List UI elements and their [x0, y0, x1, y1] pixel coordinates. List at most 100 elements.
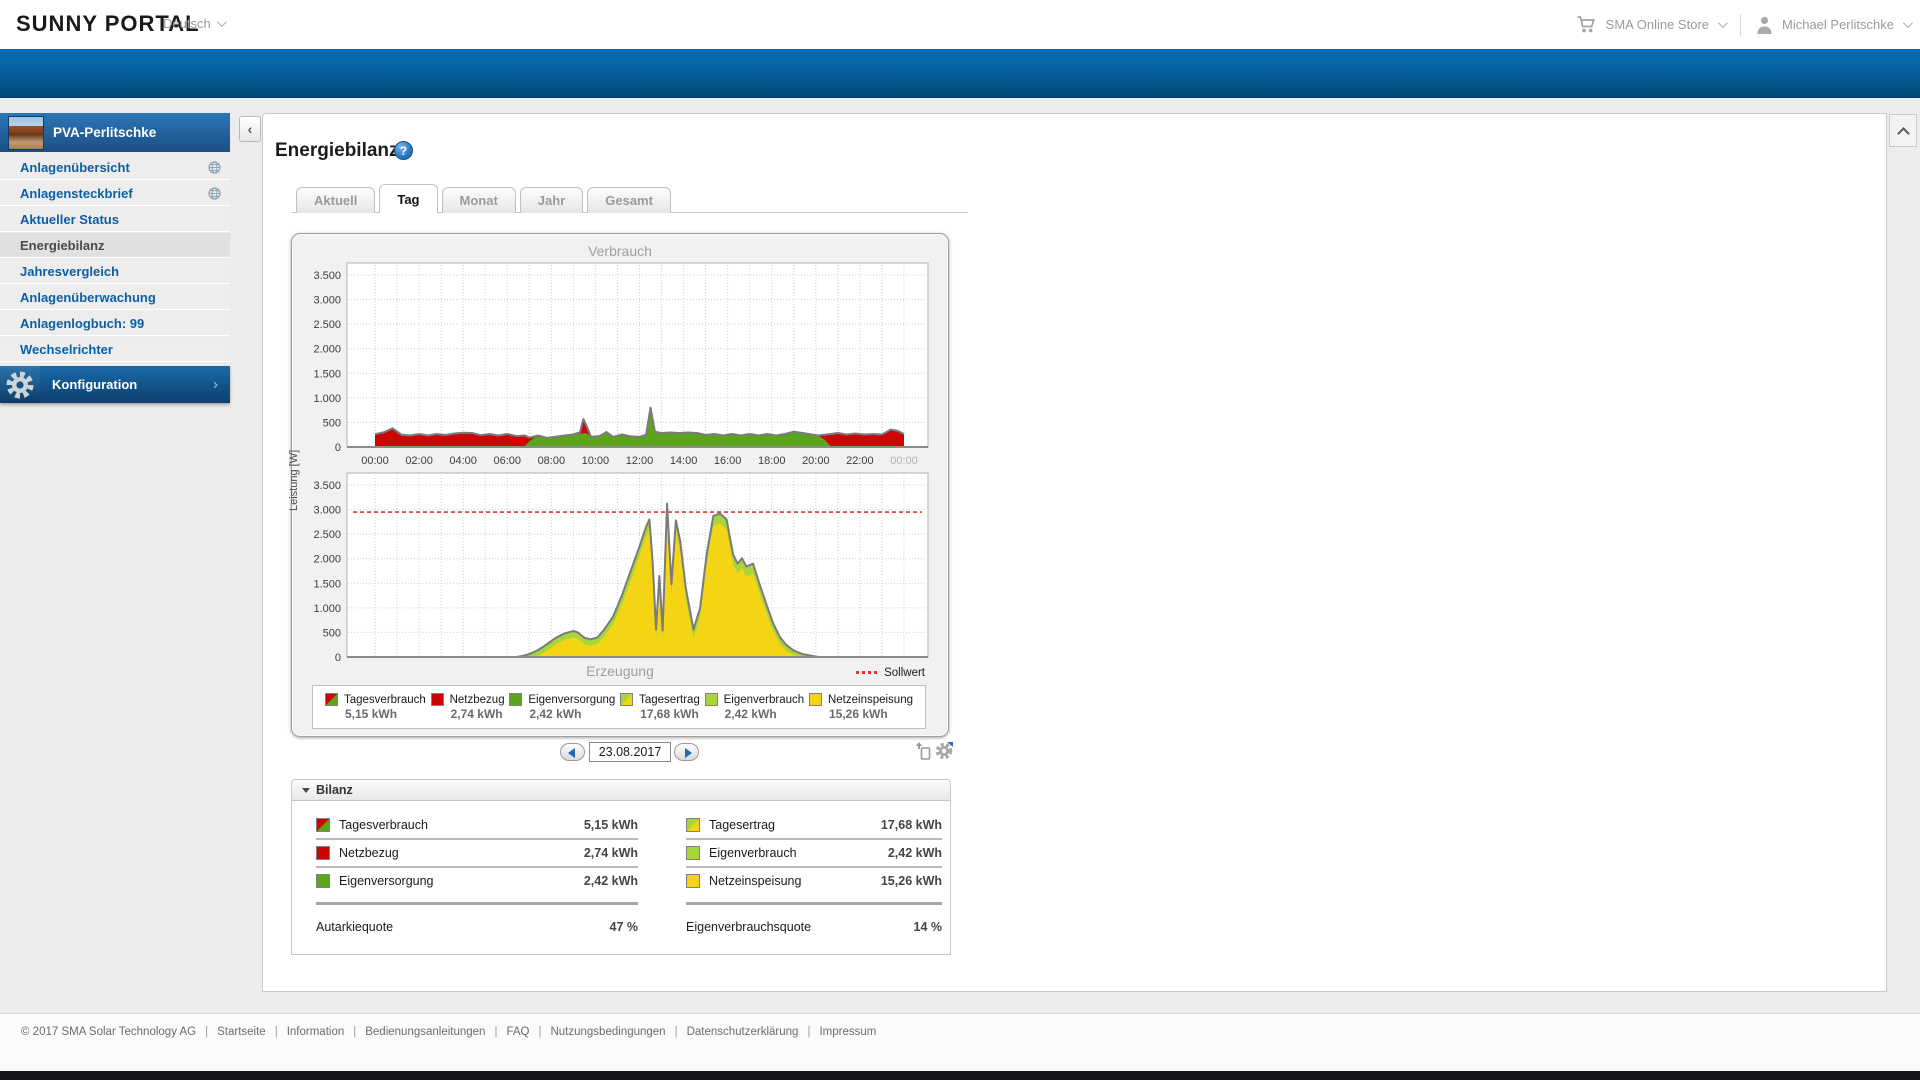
legend-label: Netzbezug	[449, 693, 505, 706]
footer-link-nutzungsbedingungen[interactable]: Nutzungsbedingungen	[550, 1026, 665, 1038]
sidebar-item-label: Jahresvergleich	[20, 263, 120, 279]
bilanz-quote-row: Autarkiequote 47 %	[316, 914, 638, 940]
sidebar-item-7[interactable]: Anlagenlogbuch: 99	[0, 311, 230, 336]
cart-icon	[1577, 16, 1595, 33]
bilanz-row: Eigenverbrauch 2,42 kWh	[686, 840, 942, 866]
footer: © 2017 SMA Solar Technology AG | Startseit…	[0, 1013, 1920, 1071]
bilanz-row-label: Netzeinspeisung	[709, 874, 802, 888]
next-day-button[interactable]	[674, 743, 699, 761]
green-swatch-icon	[509, 693, 523, 706]
red-swatch-icon	[430, 693, 444, 706]
sidebar-item-8[interactable]: Wechselrichter	[0, 337, 230, 362]
tab-jahr[interactable]: Jahr	[519, 187, 584, 213]
plot-area	[346, 262, 929, 448]
store-menu[interactable]: SMA Online Store	[1606, 17, 1709, 32]
sidebar-item-label: Anlagenüberwachung	[20, 289, 156, 305]
bilanz-row: Netzbezug 2,74 kWh	[316, 840, 638, 866]
bilanz-row-value: 15,26 kWh	[880, 874, 942, 888]
quote-divider	[686, 902, 942, 905]
tab-monat[interactable]: Monat	[441, 187, 516, 213]
x-tick-label: 22:00	[846, 455, 874, 467]
sidebar-item-konfiguration[interactable]: Konfiguration ›	[0, 366, 230, 403]
footer-link-startseite[interactable]: Startseite	[217, 1026, 266, 1038]
x-tick-label: 12:00	[626, 455, 654, 467]
y-tick-label: 500	[323, 417, 341, 429]
legend-item: Eigenversorgung 2,42 kWh	[509, 693, 615, 721]
legend-label: Eigenverbrauch	[723, 693, 805, 706]
bilanz-header[interactable]: Bilanz	[291, 779, 951, 801]
sidebar-item-4[interactable]: Energiebilanz	[0, 233, 230, 258]
bilanz-quote-label: Autarkiequote	[316, 920, 394, 934]
bilanz-row-label: Netzbezug	[339, 846, 399, 860]
language-selector[interactable]: Deutsch	[163, 16, 227, 31]
footer-separator: |	[274, 1026, 278, 1038]
y-tick-label: 3.500	[313, 270, 341, 282]
chevron-right-icon: ›	[213, 376, 218, 393]
top-bar: SUNNY PORTAL Deutsch SMA Online Store Mi…	[0, 0, 1920, 49]
y-tick-label: 0	[335, 442, 341, 454]
top-right-menu: SMA Online Store Michael Perlitschke	[1576, 0, 1913, 49]
tab-aktuell[interactable]: Aktuell	[296, 187, 376, 213]
sidebar-item-5[interactable]: Jahresvergleich	[0, 259, 230, 284]
chevron-down-icon	[216, 17, 227, 28]
chart-settings-gear-icon[interactable]	[934, 741, 955, 766]
footer-links: © 2017 SMA Solar Technology AG | Startseit…	[21, 1026, 876, 1038]
previous-day-button[interactable]	[560, 743, 585, 761]
sollwert-label: Sollwert	[884, 667, 925, 679]
footer-link-datenschutzerklärung[interactable]: Datenschutzerklärung	[687, 1026, 799, 1038]
bilanz-row-label: Eigenversorgung	[339, 874, 434, 888]
footer-link-impressum[interactable]: Impressum	[819, 1026, 876, 1038]
globe-icon	[208, 187, 221, 200]
chevron-up-icon	[1897, 127, 1910, 140]
sidebar-item-3[interactable]: Aktueller Status	[0, 207, 230, 232]
footer-separator: |	[807, 1026, 811, 1038]
legend-label: Eigenversorgung	[528, 693, 616, 706]
footer-link-information[interactable]: Information	[287, 1026, 345, 1038]
footer-link-faq[interactable]: FAQ	[506, 1026, 529, 1038]
footer-link-bedienungsanleitungen[interactable]: Bedienungsanleitungen	[365, 1026, 485, 1038]
y-tick-label: 1.500	[313, 368, 341, 380]
legend-item: Tagesertrag 17,68 kWh	[620, 693, 700, 721]
y-tick-label: 3.500	[313, 480, 341, 492]
bilanz-quote-label: Eigenverbrauchsquote	[686, 920, 812, 934]
tab-gesamt[interactable]: Gesamt	[587, 187, 671, 213]
bilanz-left-column: Tagesverbrauch 5,15 kWh Netzbezug 2,74 kWh E…	[316, 812, 638, 940]
legend-value: 2,42 kWh	[529, 707, 582, 721]
plant-header[interactable]: PVA-Perlitschke	[0, 113, 230, 152]
legend-item: Tagesverbrauch 5,15 kWh	[325, 693, 426, 721]
collapse-sidebar-button[interactable]: ‹	[239, 116, 261, 142]
y-tick-label: 1.500	[313, 578, 341, 590]
user-menu[interactable]: Michael Perlitschke	[1782, 17, 1894, 32]
sidebar-item-6[interactable]: Anlagenüberwachung	[0, 285, 230, 310]
bilanz-quote-value: 47 %	[609, 920, 639, 934]
sidebar-item-label: Anlagenlogbuch: 99	[20, 315, 145, 331]
green-yellow-swatch-icon	[686, 818, 700, 832]
x-tick-label: 10:00	[582, 455, 610, 467]
bilanz-section: Bilanz Tagesverbrauch 5,15 kWh Netzbezug 2,…	[291, 779, 951, 955]
legend-value: 2,74 kWh	[450, 707, 503, 721]
bilanz-row: Netzeinspeisung 15,26 kWh	[686, 868, 942, 894]
bilanz-right-column: Tagesertrag 17,68 kWh Eigenverbrauch 2,42 k…	[686, 812, 942, 940]
chevron-down-icon	[1717, 18, 1728, 29]
language-label: Deutsch	[163, 16, 211, 31]
footer-separator: |	[674, 1026, 678, 1038]
legend-label: Netzeinspeisung	[827, 693, 913, 706]
energy-charts: 05001.0001.5002.0002.5003.0003.50005001.…	[313, 262, 929, 664]
help-icon[interactable]: ?	[394, 141, 413, 160]
legend-value: 2,42 kWh	[724, 707, 777, 721]
lightgreen-swatch-icon	[704, 693, 718, 706]
scroll-top-button[interactable]	[1889, 114, 1917, 147]
bilanz-body: Tagesverbrauch 5,15 kWh Netzbezug 2,74 kWh E…	[291, 801, 951, 955]
sidebar-item-label: Anlagensteckbrief	[20, 185, 133, 201]
bilanz-row-value: 2,74 kWh	[583, 846, 638, 860]
chevron-down-icon	[1902, 18, 1913, 29]
bilanz-row-label: Tagesertrag	[709, 818, 776, 832]
x-tick-label: 14:00	[670, 455, 698, 467]
konfiguration-label: Konfiguration	[52, 377, 138, 392]
sidebar-item-1[interactable]: Anlagenübersicht	[0, 155, 230, 180]
date-input[interactable]	[589, 742, 671, 762]
sidebar-item-2[interactable]: Anlagensteckbrief	[0, 181, 230, 206]
sollwert-legend: Sollwert	[291, 667, 925, 679]
tab-tag[interactable]: Tag	[379, 184, 438, 213]
export-icon[interactable]	[914, 741, 931, 766]
